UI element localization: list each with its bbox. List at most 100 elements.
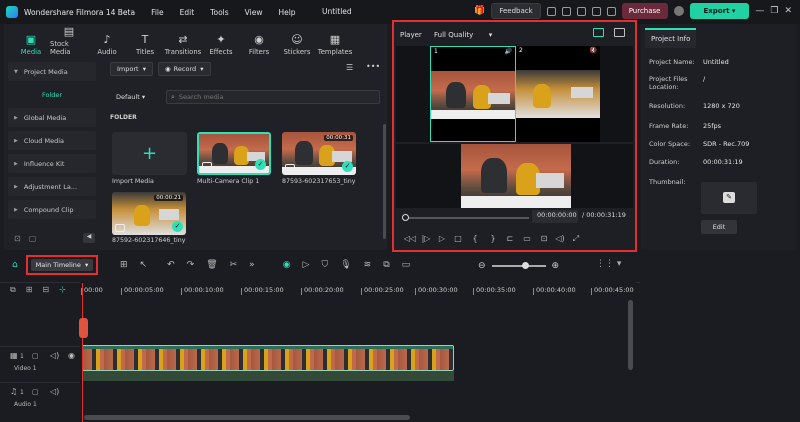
sidebar-item-influence-kit[interactable]: ▶ Influence Kit (8, 154, 96, 173)
delete-icon[interactable]: 🗑 (206, 260, 217, 270)
search-input[interactable] (178, 93, 359, 101)
snapshot-view-icon[interactable] (614, 28, 625, 37)
mark-out-icon[interactable]: } (484, 234, 502, 244)
media-item-multicam[interactable]: ✓ (197, 132, 271, 175)
pip-icon[interactable]: ⧉ (383, 260, 389, 270)
snapshot-icon[interactable]: ⊡ (536, 234, 552, 244)
save-icon[interactable] (561, 6, 571, 16)
tab-filters[interactable]: ◉ Filters (240, 24, 278, 58)
volume-icon[interactable]: ◁) (552, 234, 568, 244)
step-back-icon[interactable]: |▷ (418, 234, 434, 244)
ai-assist-icon[interactable]: ◉ (283, 260, 291, 270)
avatar[interactable] (673, 6, 684, 16)
cut-icon[interactable]: ✂ (230, 260, 238, 270)
folder-icon[interactable]: ▢ (32, 352, 39, 360)
sidebar-item-project-media[interactable]: ▼ Project Media (8, 62, 96, 81)
audio-clip[interactable] (82, 371, 454, 381)
playhead[interactable] (82, 283, 83, 422)
tab-templates[interactable]: ▦ Templates (316, 24, 354, 58)
purchase-button[interactable]: Purchase (621, 3, 668, 19)
video-clip[interactable] (82, 345, 454, 371)
zoom-out-icon[interactable]: ⊖ (478, 261, 486, 271)
gift-icon[interactable]: 🎁 (474, 6, 485, 16)
multicam-view-icon[interactable] (593, 28, 604, 37)
mark-in-icon[interactable]: { (466, 234, 484, 244)
play-icon[interactable]: ▷ (434, 234, 450, 244)
menu-help[interactable]: Help (278, 8, 295, 17)
magnet-icon[interactable]: ⊟ (42, 285, 49, 295)
camera-1-view[interactable]: 1 🔊 (430, 46, 516, 142)
audio-icon[interactable]: ◁) (50, 351, 59, 360)
export-button[interactable]: Export ▾ (689, 3, 750, 19)
more-options-icon[interactable]: ••• (366, 62, 380, 71)
media-item-clip-87593[interactable]: 00:00:31 ✓ (282, 132, 356, 175)
microphone-icon[interactable]: 🎙 (340, 260, 351, 270)
zoom-slider[interactable] (491, 262, 546, 269)
maximize-icon[interactable]: ❐ (770, 6, 778, 16)
collapse-sidebar-button[interactable]: ◀ (83, 233, 95, 243)
camera-2-view[interactable]: 2 🔇 (516, 46, 600, 142)
render-preview-icon[interactable]: ▷ (303, 260, 310, 270)
more-tools-icon[interactable]: » (249, 260, 255, 270)
tab-stickers[interactable]: ☺ Stickers (278, 24, 316, 58)
sidebar-item-global-media[interactable]: ▶ Global Media (8, 108, 96, 127)
redo-icon[interactable]: ↷ (187, 260, 195, 270)
tab-media[interactable]: ▣ Media (12, 24, 50, 58)
prev-frame-icon[interactable]: ◁◁ (402, 234, 418, 244)
tab-stock-media[interactable]: ▤ Stock Media (50, 24, 88, 58)
sidebar-item-cloud-media[interactable]: ▶ Cloud Media (8, 131, 96, 150)
import-dropdown[interactable]: Import ▾ (110, 62, 153, 76)
import-media-tile[interactable]: + (112, 132, 187, 175)
edit-thumbnail-button[interactable]: Edit (701, 220, 737, 234)
media-item-clip-87592[interactable]: 00:00:21 ✓ (112, 192, 186, 235)
thumbnail-preview[interactable]: ✎ (701, 182, 757, 214)
sort-dropdown[interactable]: Default ▾ (110, 90, 151, 104)
undo-icon[interactable]: ↶ (167, 260, 175, 270)
main-timeline-dropdown[interactable]: Main Timeline ▾ (26, 255, 98, 275)
menu-tools[interactable]: Tools (210, 8, 228, 17)
search-media-field[interactable]: ⌕ (166, 90, 380, 104)
menu-file[interactable]: File (151, 8, 164, 17)
progress-knob[interactable] (402, 214, 409, 221)
quality-dropdown[interactable]: Full Quality ▾ (434, 31, 492, 39)
media-scrollbar[interactable] (383, 124, 386, 239)
effects-icon[interactable]: ≋ (364, 260, 372, 270)
layout-grid-icon[interactable]: ⊞ (120, 260, 128, 270)
menu-edit[interactable]: Edit (180, 8, 195, 17)
tab-audio[interactable]: ♪ Audio (88, 24, 126, 58)
timeline-horizontal-scrollbar[interactable] (84, 415, 410, 420)
sidebar-item-adjustment-layer[interactable]: ▶ Adjustment La... (8, 177, 96, 196)
home-icon[interactable]: ⌂ (12, 260, 18, 270)
crop-icon[interactable]: ⊏ (502, 234, 518, 244)
sidebar-item-folder[interactable]: Folder (8, 85, 96, 104)
playhead-marker[interactable] (79, 318, 88, 338)
progress-slider[interactable] (402, 214, 529, 221)
filter-icon[interactable]: ☰ (346, 63, 353, 72)
display-icon[interactable]: ▭ (518, 234, 536, 244)
visibility-eye-icon[interactable]: ◉ (68, 351, 75, 360)
snap-icon[interactable]: ⊹ (59, 285, 66, 295)
link-icon[interactable]: ⊞ (26, 285, 33, 295)
feedback-button[interactable]: Feedback (491, 3, 541, 19)
caption-icon[interactable]: ▭ (402, 260, 411, 270)
grid-menu-icon[interactable]: ⋮⋮ ▾ (596, 259, 621, 269)
zoom-in-icon[interactable]: ⊕ (552, 261, 560, 271)
stop-icon[interactable]: □ (450, 234, 466, 244)
menu-view[interactable]: View (245, 8, 263, 17)
support-icon[interactable] (591, 6, 601, 16)
layout-icon[interactable] (546, 6, 556, 16)
close-icon[interactable]: ✕ (784, 6, 792, 16)
notification-icon[interactable] (606, 6, 616, 16)
minimize-icon[interactable]: — (755, 6, 764, 16)
timeline-vertical-scrollbar[interactable] (628, 300, 633, 370)
cloud-icon[interactable] (576, 6, 586, 16)
folder-icon[interactable]: ▢ (32, 388, 39, 396)
folder-icon[interactable]: ▢ (29, 234, 37, 243)
record-dropdown[interactable]: ◉ Record ▾ (158, 62, 211, 76)
shield-icon[interactable]: ⛉ (321, 260, 328, 270)
fullscreen-icon[interactable]: ⤢ (568, 234, 584, 244)
select-tool-icon[interactable]: ↖ (140, 260, 148, 270)
tab-effects[interactable]: ✦ Effects (202, 24, 240, 58)
sidebar-item-compound-clip[interactable]: ▶ Compound Clip (8, 200, 96, 219)
tab-project-info[interactable]: Project Info (645, 28, 697, 48)
